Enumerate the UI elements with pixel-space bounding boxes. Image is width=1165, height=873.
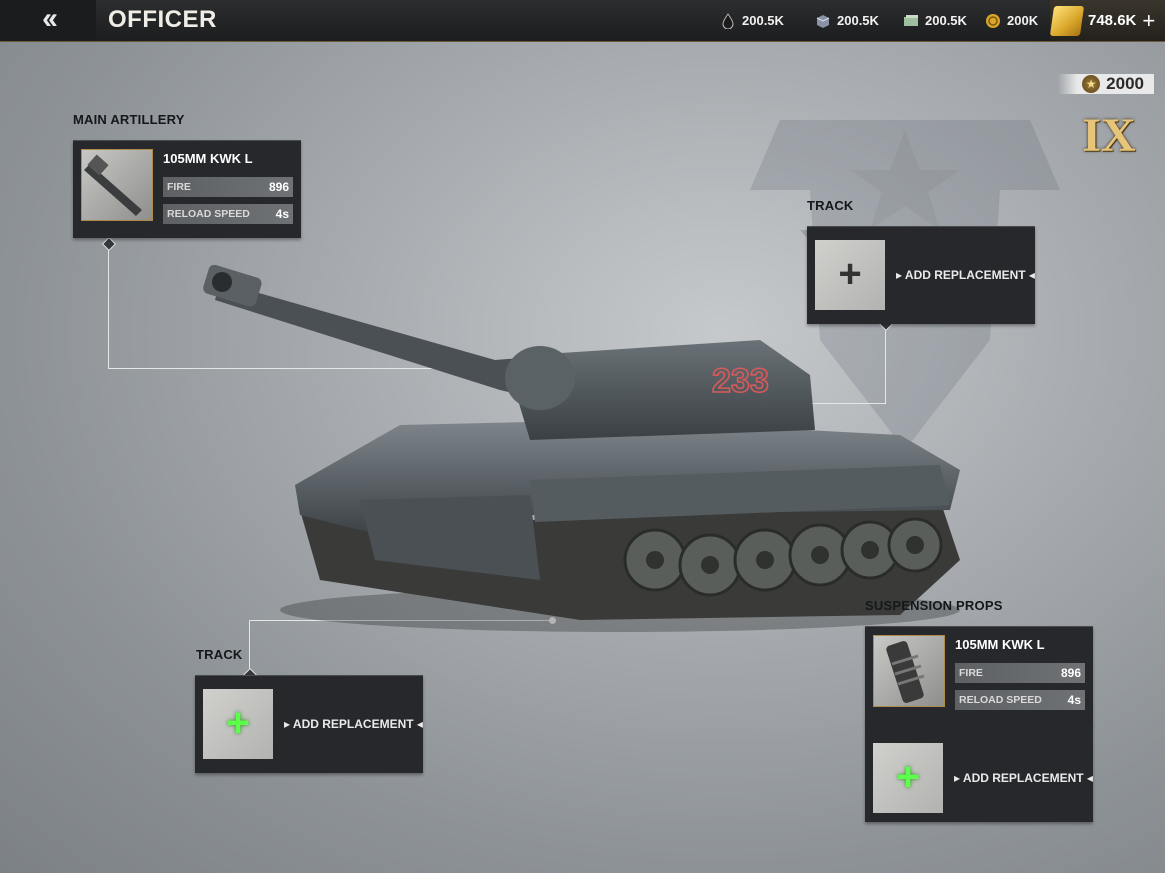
top-bar: ‹‹ OFFICER 200.5K 200.5K 200.5K 200K 748… [0, 0, 1165, 42]
stat-reload-speed: RELOAD SPEED 4s [163, 204, 293, 224]
suspension-add-panel[interactable]: + ▸ ADD REPLACEMENT ◂ [865, 723, 1093, 822]
gold-balance[interactable]: 748.6K + [1049, 0, 1165, 41]
stat-fire-label: FIRE [959, 667, 983, 679]
connector-line [108, 243, 109, 368]
connector-node [101, 236, 117, 252]
resource-oil[interactable]: 200.5K [720, 0, 784, 41]
plus-icon: + [838, 252, 862, 296]
stat-fire-label: FIRE [167, 181, 191, 193]
add-replacement-button[interactable]: ▸ ADD REPLACEMENT ◂ [954, 771, 1093, 785]
artillery-item-thumbnail[interactable] [81, 149, 153, 221]
oil-icon [722, 12, 734, 29]
stat-reload-value: 4s [275, 207, 289, 221]
stat-reload-label: RELOAD SPEED [167, 208, 250, 220]
resource-coin-value: 200K [1007, 13, 1039, 28]
star-icon: ★ [1082, 75, 1101, 93]
resource-cash[interactable]: 200.5K [903, 0, 967, 41]
main-artillery-label: MAIN ARTILLERY [73, 112, 185, 127]
add-replacement-label: ADD REPLACEMENT [292, 717, 414, 731]
stat-reload-speed: RELOAD SPEED 4s [955, 690, 1085, 710]
add-gold-button[interactable]: + [1142, 9, 1155, 31]
hull-number: 233 [712, 362, 769, 400]
stat-fire: FIRE 896 [955, 663, 1085, 683]
stat-fire-value: 896 [268, 180, 289, 194]
rank-score: ★ 2000 [1058, 74, 1154, 94]
resource-steel-value: 200.5K [837, 13, 879, 28]
track-left-panel[interactable]: + ▸ ADD REPLACEMENT ◂ [195, 675, 423, 773]
add-replacement-label: ADD REPLACEMENT [962, 771, 1084, 785]
coin-icon [986, 13, 1000, 28]
track-right-panel[interactable]: + ▸ ADD REPLACEMENT ◂ [807, 226, 1035, 324]
track-right-label: TRACK [807, 198, 854, 213]
double-chevron-left-icon: ‹‹ [42, 2, 58, 35]
plus-icon: + [896, 755, 920, 799]
suspension-props-label: SUSPENSION PROPS [865, 598, 1003, 613]
track-right-slot[interactable]: + [815, 240, 885, 310]
stat-reload-value: 4s [1067, 693, 1081, 707]
track-left-slot[interactable]: + [203, 689, 273, 759]
gold-value: 748.6K [1088, 12, 1137, 29]
add-replacement-button[interactable]: ▸ ADD REPLACEMENT ◂ [896, 268, 1035, 282]
gold-bars-icon [1049, 5, 1085, 36]
stat-fire-value: 896 [1060, 666, 1081, 680]
page-title: OFFICER [108, 6, 217, 33]
add-replacement-label: ADD REPLACEMENT [904, 268, 1026, 282]
main-artillery-panel[interactable]: 105MM KWK L FIRE 896 RELOAD SPEED 4s [73, 140, 301, 238]
rank-score-value: 2000 [1106, 74, 1144, 93]
suspension-props-panel[interactable]: 105MM KWK L FIRE 896 RELOAD SPEED 4s [865, 626, 1093, 724]
add-replacement-button[interactable]: ▸ ADD REPLACEMENT ◂ [284, 717, 423, 731]
shell-icon [886, 641, 925, 703]
suspension-add-slot[interactable]: + [873, 743, 943, 813]
plus-icon: + [226, 701, 250, 745]
artillery-item-name: 105MM KWK L [163, 151, 253, 166]
back-button[interactable]: ‹‹ [0, 0, 96, 41]
stat-fire: FIRE 896 [163, 177, 293, 197]
cash-icon [904, 14, 918, 26]
gun-barrel-icon [84, 154, 142, 216]
resource-oil-value: 200.5K [742, 13, 784, 28]
tier-badge: IX [1082, 109, 1136, 162]
resource-coin[interactable]: 200K [985, 0, 1038, 41]
resource-steel[interactable]: 200.5K [815, 0, 879, 41]
suspension-item-thumbnail[interactable] [873, 635, 945, 707]
suspension-item-name: 105MM KWK L [955, 637, 1045, 652]
resource-cash-value: 200.5K [925, 13, 967, 28]
stat-reload-label: RELOAD SPEED [959, 694, 1042, 706]
steel-icon [816, 14, 830, 28]
track-left-label: TRACK [196, 647, 243, 662]
